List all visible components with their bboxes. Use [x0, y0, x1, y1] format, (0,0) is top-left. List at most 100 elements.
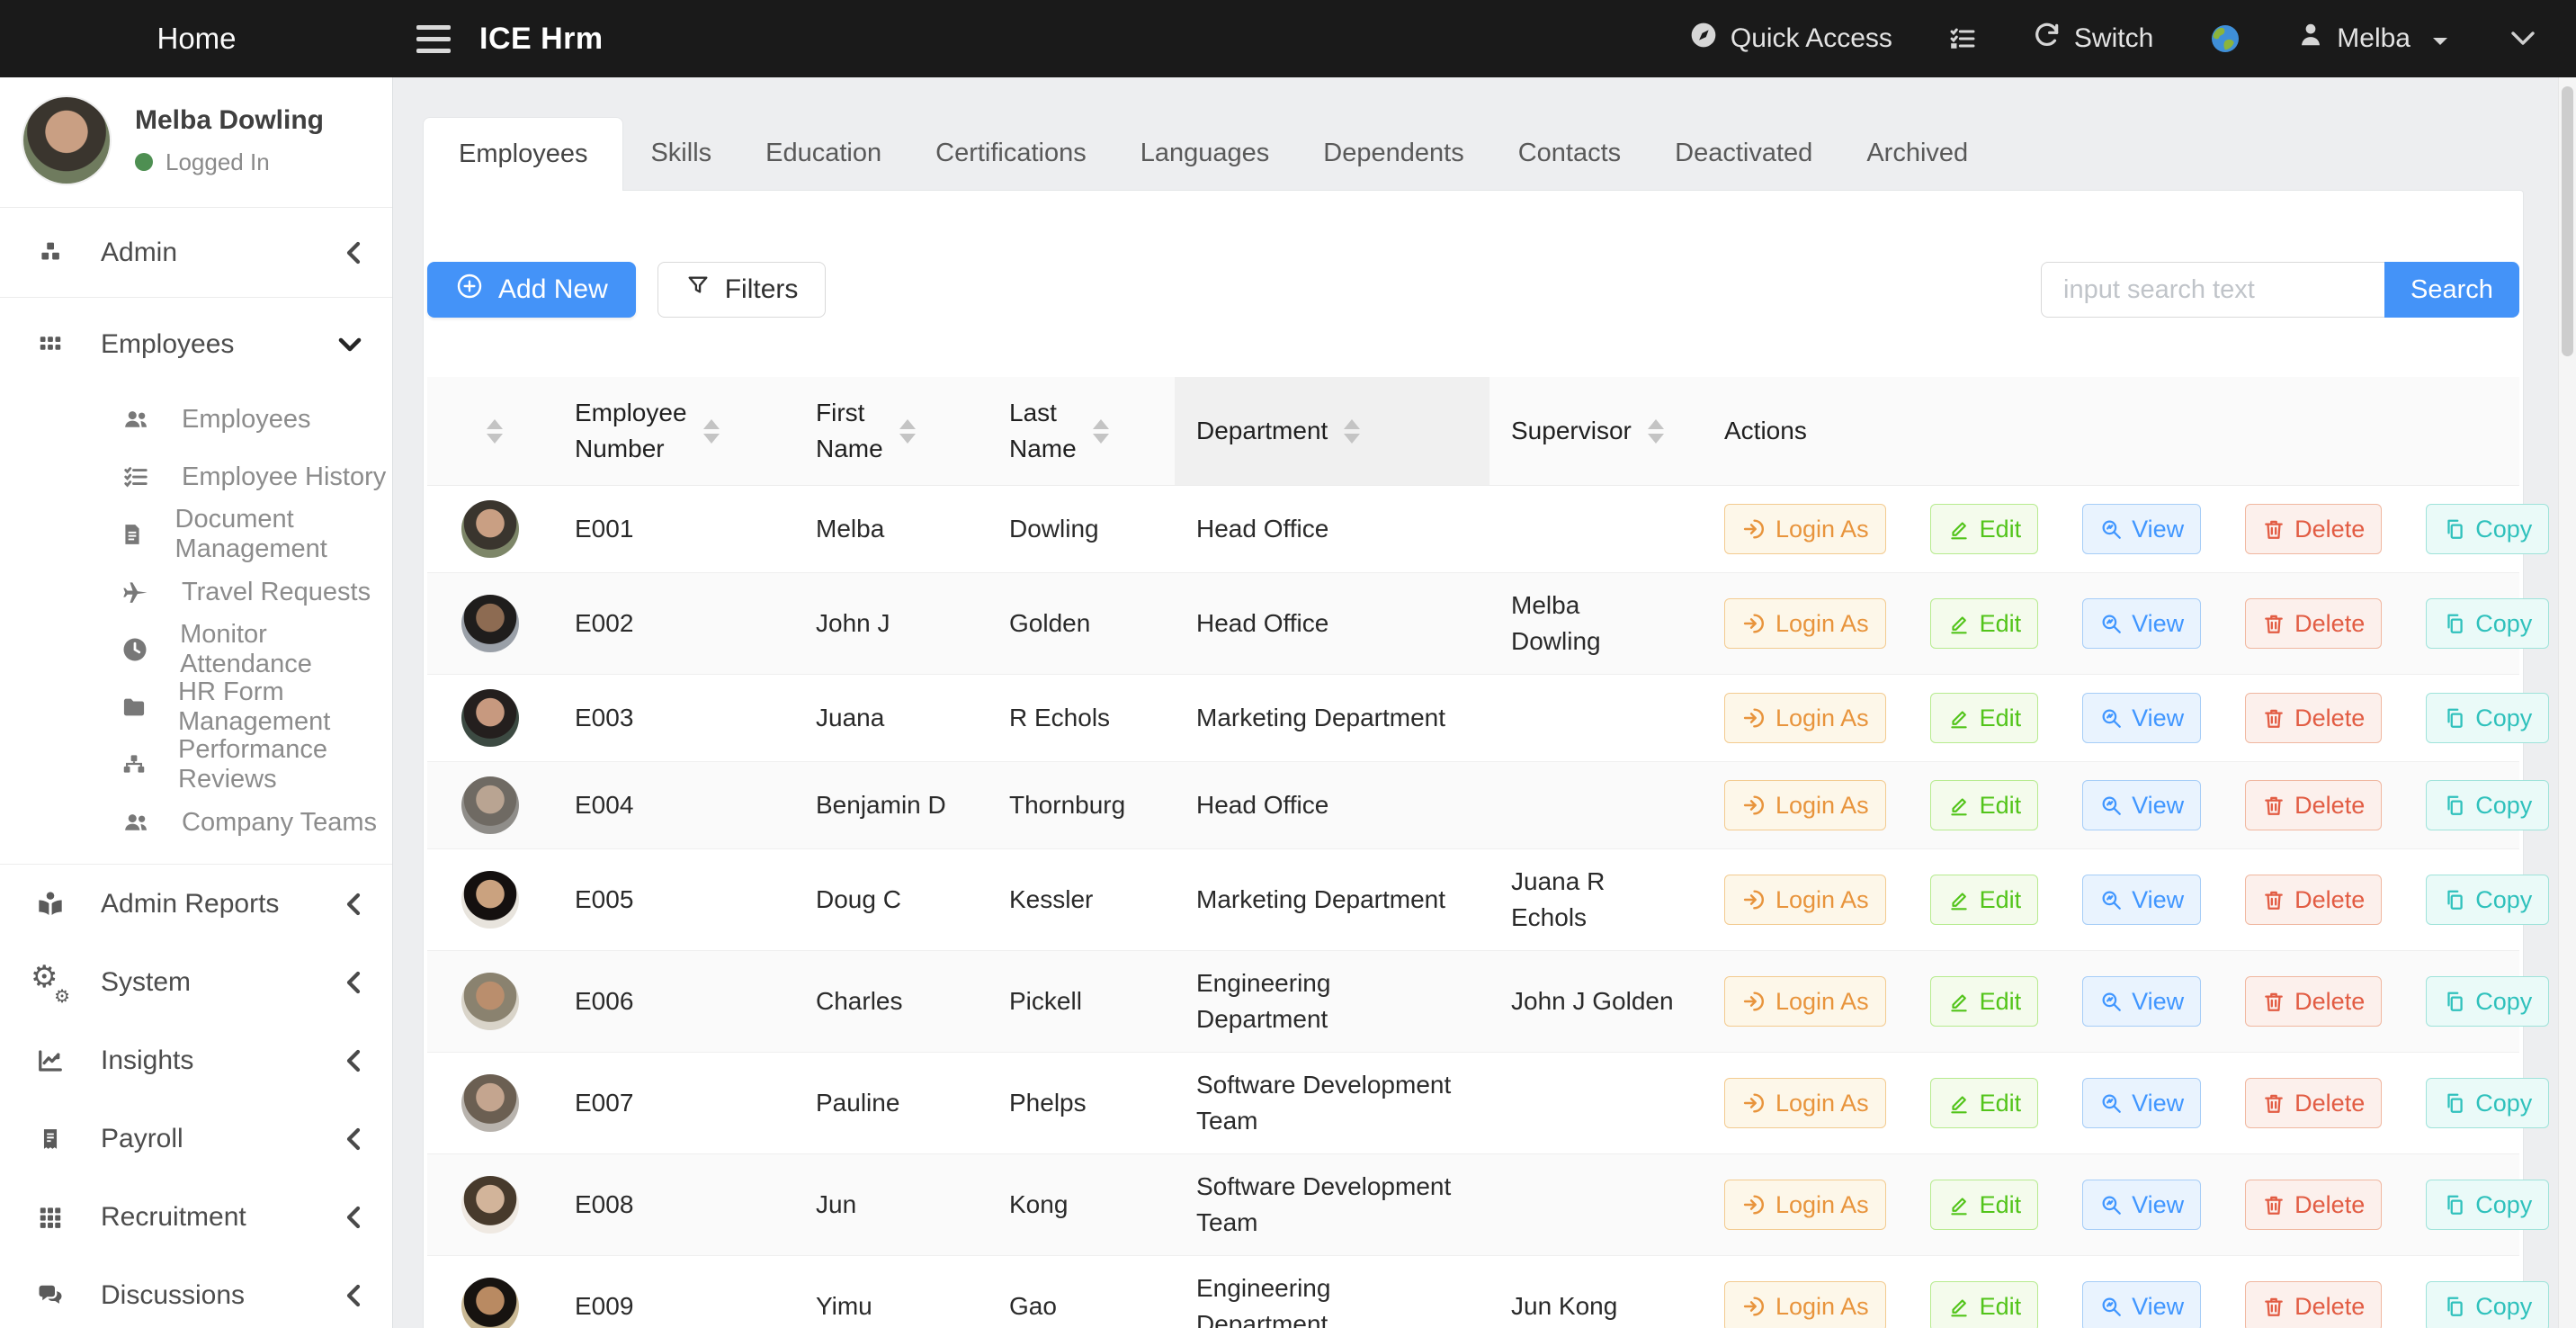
copy-button[interactable]: Copy [2426, 875, 2549, 925]
sort-icon[interactable] [487, 419, 503, 444]
view-button[interactable]: View [2082, 504, 2201, 554]
delete-button[interactable]: Delete [2245, 598, 2382, 649]
navbar-collapse-chevron-icon[interactable] [2509, 30, 2536, 48]
language-globe-icon[interactable] [2209, 22, 2241, 55]
tab-languages[interactable]: Languages [1114, 117, 1297, 190]
edit-button[interactable]: Edit [1930, 780, 2039, 830]
delete-button[interactable]: Delete [2245, 693, 2382, 743]
sort-icon[interactable] [703, 419, 720, 444]
delete-button[interactable]: Delete [2245, 780, 2382, 830]
sidebar-item-company-teams[interactable]: Company Teams [0, 794, 392, 851]
search-button[interactable]: Search [2384, 262, 2519, 318]
copy-button[interactable]: Copy [2426, 780, 2549, 830]
tab-deactivated[interactable]: Deactivated [1648, 117, 1839, 190]
app-brand[interactable]: ICE Hrm [479, 22, 604, 57]
login-as-button[interactable]: Login As [1724, 693, 1886, 743]
tasks-icon[interactable] [1948, 24, 1977, 53]
edit-button[interactable]: Edit [1930, 976, 2039, 1027]
copy-button[interactable]: Copy [2426, 976, 2549, 1027]
search-input[interactable] [2041, 262, 2384, 318]
login-as-button[interactable]: Login As [1724, 1078, 1886, 1128]
edit-button[interactable]: Edit [1930, 693, 2039, 743]
sidebar-item-employees[interactable]: Employees [0, 390, 392, 448]
view-button[interactable]: View [2082, 1281, 2201, 1328]
header-last-name[interactable]: Last Name [988, 377, 1175, 486]
view-button[interactable]: View [2082, 1180, 2201, 1230]
tab-certifications[interactable]: Certifications [908, 117, 1114, 190]
edit-button[interactable]: Edit [1930, 875, 2039, 925]
view-button[interactable]: View [2082, 1078, 2201, 1128]
login-as-button[interactable]: Login As [1724, 1281, 1886, 1328]
header-supervisor[interactable]: Supervisor [1489, 377, 1703, 486]
header-department[interactable]: Department [1175, 377, 1489, 486]
tab-education[interactable]: Education [738, 117, 908, 190]
view-button[interactable]: View [2082, 693, 2201, 743]
tab-employees[interactable]: Employees [423, 117, 623, 191]
view-button[interactable]: View [2082, 875, 2201, 925]
login-as-button[interactable]: Login As [1724, 875, 1886, 925]
department-cell: Software Development Team [1175, 1154, 1489, 1256]
tab-skills[interactable]: Skills [623, 117, 738, 190]
sidebar-item-employee-history[interactable]: Employee History [0, 448, 392, 506]
sort-icon[interactable] [1344, 419, 1360, 444]
sidebar-item-performance-reviews[interactable]: Performance Reviews [0, 736, 392, 794]
copy-button[interactable]: Copy [2426, 1078, 2549, 1128]
edit-button[interactable]: Edit [1930, 598, 2039, 649]
login-as-button[interactable]: Login As [1724, 1180, 1886, 1230]
sidebar-item-insights[interactable]: Insights [0, 1021, 392, 1099]
add-new-button[interactable]: Add New [427, 262, 636, 318]
delete-button[interactable]: Delete [2245, 976, 2382, 1027]
sidebar-item-payroll[interactable]: Payroll [0, 1099, 392, 1178]
copy-button[interactable]: Copy [2426, 504, 2549, 554]
sort-icon[interactable] [899, 419, 916, 444]
delete-button[interactable]: Delete [2245, 1078, 2382, 1128]
login-as-button[interactable]: Login As [1724, 504, 1886, 554]
delete-button[interactable]: Delete [2245, 504, 2382, 554]
edit-button[interactable]: Edit [1930, 1078, 2039, 1128]
scrollbar-thumb[interactable] [2562, 86, 2573, 356]
login-as-button[interactable]: Login As [1724, 598, 1886, 649]
header-first-name[interactable]: First Name [794, 377, 988, 486]
sort-icon[interactable] [1093, 419, 1109, 444]
copy-button[interactable]: Copy [2426, 598, 2549, 649]
header-employee-number[interactable]: Employee Number [553, 377, 794, 486]
sidebar-item-system[interactable]: ⚙⚙ System [0, 943, 392, 1021]
sidebar-item-admin[interactable]: Admin [0, 208, 392, 297]
edit-button[interactable]: Edit [1930, 1180, 2039, 1230]
edit-button[interactable]: Edit [1930, 504, 2039, 554]
sidebar-item-employees-group[interactable]: Employees [0, 298, 392, 390]
home-link[interactable]: Home [157, 22, 236, 56]
quick-access-button[interactable]: Quick Access [1689, 21, 1892, 57]
sidebar-item-travel-requests[interactable]: Travel Requests [0, 563, 392, 621]
delete-button[interactable]: Delete [2245, 875, 2382, 925]
view-button[interactable]: View [2082, 976, 2201, 1027]
sidebar-item-hr-form-management[interactable]: HR Form Management [0, 678, 392, 736]
sidebar-item-recruitment[interactable]: Recruitment [0, 1178, 392, 1256]
view-button[interactable]: View [2082, 780, 2201, 830]
copy-button[interactable]: Copy [2426, 1281, 2549, 1328]
employee-number-cell: E005 [553, 849, 794, 951]
switch-button[interactable]: Switch [2033, 21, 2153, 57]
view-button[interactable]: View [2082, 598, 2201, 649]
hamburger-menu-icon[interactable] [407, 16, 460, 62]
first-name-cell: Doug C [794, 849, 988, 951]
sort-icon[interactable] [1648, 419, 1664, 444]
sidebar-item-discussions[interactable]: Discussions [0, 1256, 392, 1328]
copy-button[interactable]: Copy [2426, 693, 2549, 743]
delete-button[interactable]: Delete [2245, 1180, 2382, 1230]
copy-button[interactable]: Copy [2426, 1180, 2549, 1230]
login-as-button[interactable]: Login As [1724, 976, 1886, 1027]
tab-dependents[interactable]: Dependents [1296, 117, 1490, 190]
delete-button[interactable]: Delete [2245, 1281, 2382, 1328]
edit-button[interactable]: Edit [1930, 1281, 2039, 1328]
sidebar-item-document-management[interactable]: Document Management [0, 506, 392, 563]
login-as-button[interactable]: Login As [1724, 780, 1886, 830]
page-scrollbar[interactable] [2558, 77, 2576, 1328]
filters-button[interactable]: Filters [657, 262, 827, 318]
sidebar-item-admin-reports[interactable]: Admin Reports [0, 865, 392, 943]
header-avatar[interactable] [427, 377, 553, 486]
sidebar-item-monitor-attendance[interactable]: Monitor Attendance [0, 621, 392, 678]
tab-archived[interactable]: Archived [1839, 117, 1995, 190]
tab-contacts[interactable]: Contacts [1491, 117, 1648, 190]
user-menu[interactable]: Melba [2297, 22, 2448, 56]
